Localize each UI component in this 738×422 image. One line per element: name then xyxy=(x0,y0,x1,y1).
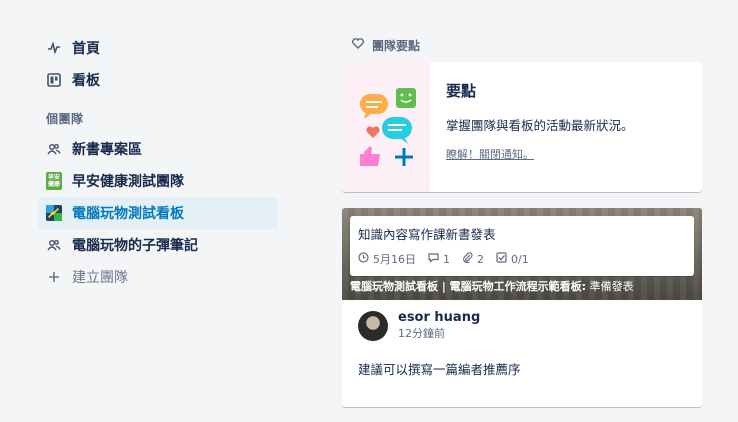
board-icon xyxy=(46,72,62,88)
heart-outline-icon xyxy=(352,38,364,52)
author-name[interactable]: esor huang xyxy=(398,310,480,325)
nav-home-label: 首頁 xyxy=(72,41,100,57)
nav-home[interactable]: 首頁 xyxy=(38,32,278,64)
comments-badge: 1 xyxy=(428,252,450,266)
clock-icon xyxy=(358,252,369,266)
board-path-list: 準備發表 xyxy=(589,280,634,293)
highlights-heading-label: 團隊要點 xyxy=(372,38,421,53)
comment-icon xyxy=(428,252,439,266)
highlights-description: 掌握團隊與看板的活動最新狀況。 xyxy=(446,118,634,133)
create-team-label: 建立團隊 xyxy=(72,270,128,286)
avatar[interactable] xyxy=(358,310,388,341)
due-date-text: 5月16日 xyxy=(373,253,416,266)
trello-card-preview[interactable]: 知識內容寫作課新書發表 5月16日 1 2 0/1 xyxy=(350,216,694,276)
board-path[interactable]: 電腦玩物測試看板 | 電腦玩物工作流程示範看板: 準備發表 xyxy=(350,278,634,294)
team-label: 電腦玩物的子彈筆記 xyxy=(72,238,198,254)
activity-card: 知識內容寫作課新書發表 5月16日 1 2 0/1 電腦玩物測試看板 | 電腦玩… xyxy=(342,208,702,407)
comment-time: 12分鐘前 xyxy=(398,327,445,340)
team-item-bullet-journal[interactable]: 電腦玩物的子彈筆記 xyxy=(38,229,278,261)
highlights-heading: 團隊要點 xyxy=(352,36,702,54)
team-logo-icon: 早安健康 xyxy=(46,172,62,190)
card-title: 知識內容寫作課新書發表 xyxy=(358,227,496,242)
dismiss-highlights-link[interactable]: 瞭解！關閉通知。 xyxy=(446,146,634,162)
attachments-count: 2 xyxy=(477,252,484,266)
card-cover: 知識內容寫作課新書發表 5月16日 1 2 0/1 電腦玩物測試看板 | 電腦玩… xyxy=(342,208,702,300)
main-content: 團隊要點 要點 掌握團隊與看板的活動最新狀況。 瞭解！關閉通知。 知識內容寫作課… xyxy=(342,36,702,407)
due-date-badge: 5月16日 xyxy=(358,251,416,267)
people-icon xyxy=(46,237,62,253)
team-label: 新書專案區 xyxy=(72,142,142,158)
comment-text: 建議可以撰寫一篇編者推薦序 xyxy=(358,362,521,377)
checklist-count: 0/1 xyxy=(511,252,529,266)
highlights-title: 要點 xyxy=(446,82,477,100)
create-team-button[interactable]: 建立團隊 xyxy=(38,261,278,293)
nav-boards-label: 看板 xyxy=(72,73,100,89)
paperclip-icon xyxy=(462,252,473,266)
activity-icon xyxy=(46,40,62,56)
team-item-new-book[interactable]: 新書專案區 xyxy=(38,133,278,165)
card-badges: 5月16日 1 2 0/1 xyxy=(358,251,686,267)
author-meta: esor huang 12分鐘前 xyxy=(398,310,480,341)
team-logo: 早安健康 xyxy=(46,172,62,190)
plus-icon xyxy=(46,269,62,285)
highlights-card: 要點 掌握團隊與看板的活動最新狀況。 瞭解！關閉通知。 xyxy=(342,62,702,192)
comment-area: esor huang 12分鐘前 建議可以撰寫一篇編者推薦序 xyxy=(342,300,702,388)
comments-count: 1 xyxy=(443,252,450,266)
highlights-body: 要點 掌握團隊與看板的活動最新狀況。 瞭解！關閉通知。 xyxy=(430,62,650,192)
checkbox-icon xyxy=(496,252,507,266)
attachments-badge: 2 xyxy=(462,252,484,266)
comment-author: esor huang 12分鐘前 xyxy=(358,310,686,341)
checklist-badge: 0/1 xyxy=(496,252,529,266)
people-icon xyxy=(46,141,62,157)
teams-section-title: 個團隊 xyxy=(46,112,84,126)
team-label: 早安健康測試團隊 xyxy=(72,174,184,190)
board-path-boards: 電腦玩物測試看板 | 電腦玩物工作流程示範看板: xyxy=(350,280,587,293)
team-item-morning-health[interactable]: 早安健康 早安健康測試團隊 xyxy=(38,165,278,197)
team-logo-icon xyxy=(46,205,62,221)
nav-boards[interactable]: 看板 xyxy=(38,64,278,96)
highlights-illustration xyxy=(342,62,430,192)
team-item-computer-toy[interactable]: 電腦玩物測試看板 xyxy=(38,197,278,229)
sidebar: 首頁 看板 個團隊 新書專案區 早安健康 早安健康測試團隊 電腦玩物測試看板 電… xyxy=(38,32,278,293)
team-label: 電腦玩物測試看板 xyxy=(72,206,184,222)
